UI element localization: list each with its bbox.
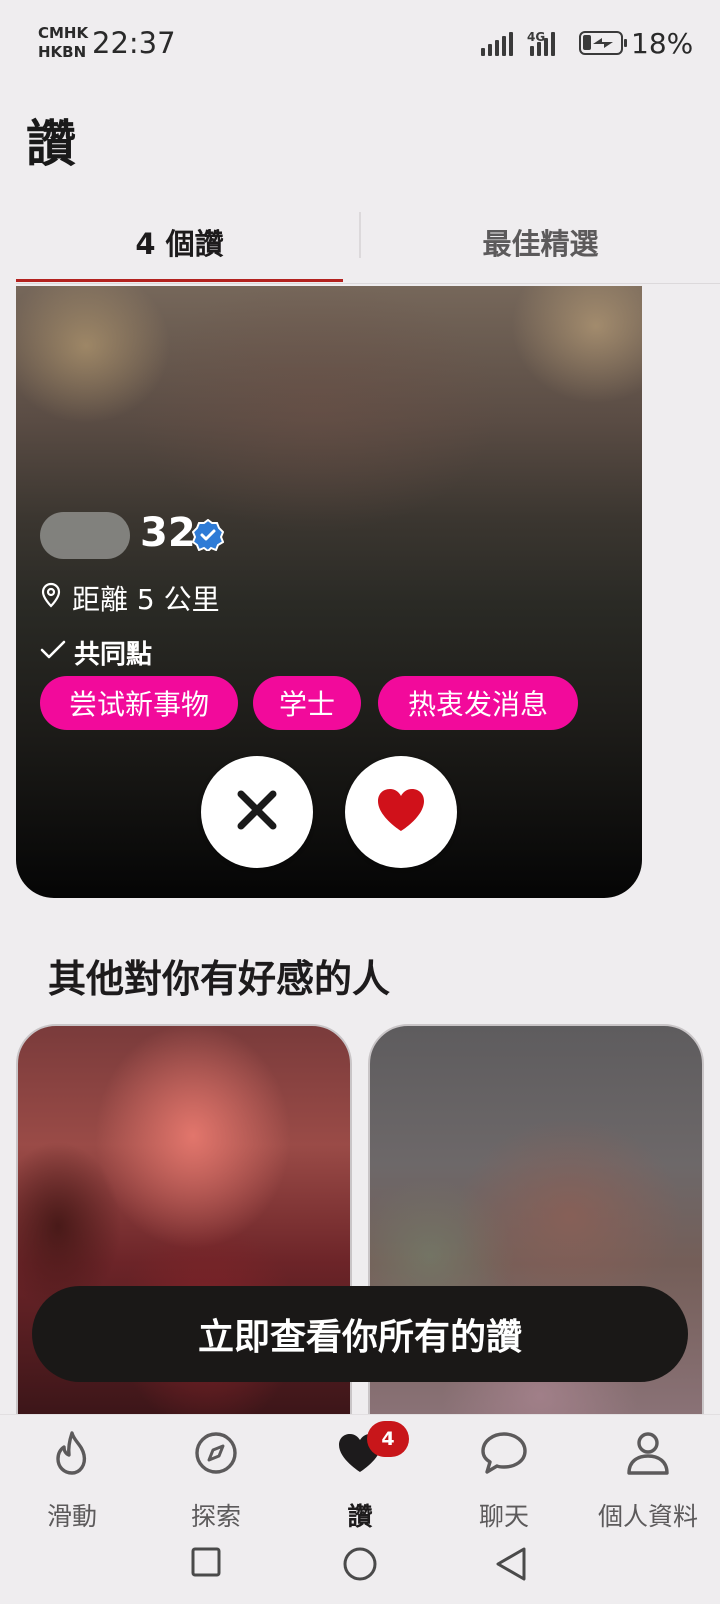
interest-chip: 热衷发消息	[378, 676, 578, 730]
recent-apps-icon[interactable]	[190, 1546, 222, 1582]
system-nav-bar	[0, 1534, 720, 1604]
active-tab-indicator	[16, 279, 343, 282]
tab-likes[interactable]: 4 個讚	[16, 200, 343, 284]
interest-chip: 学士	[253, 676, 361, 730]
distance-row: 距離 5 公里	[40, 578, 220, 618]
nav-profile[interactable]: 個人資料	[576, 1425, 720, 1533]
section-title: 其他對你有好感的人	[48, 957, 391, 1001]
chat-bubble-icon	[480, 1431, 528, 1479]
heart-icon	[376, 787, 426, 837]
tab-top-picks[interactable]: 最佳精選	[361, 200, 720, 284]
clock: 22:37	[92, 26, 176, 60]
common-row: 共同點	[40, 634, 152, 671]
distance-text: 距離 5 公里	[72, 583, 220, 616]
checkmark-icon	[40, 638, 66, 668]
compass-icon	[193, 1430, 239, 1480]
nav-label: 個人資料	[597, 1502, 698, 1531]
back-triangle-icon[interactable]	[494, 1546, 528, 1586]
nav-chat[interactable]: 聊天	[432, 1425, 576, 1533]
verified-badge-icon	[191, 518, 225, 555]
common-label: 共同點	[74, 640, 153, 670]
battery-icon	[579, 31, 627, 55]
carrier-1: CMHK	[38, 24, 89, 42]
carrier-names: CMHK HKBN	[38, 24, 88, 62]
blurred-name	[40, 512, 130, 559]
signal-icon-2	[530, 30, 555, 56]
person-icon	[625, 1429, 671, 1481]
profile-card[interactable]: 32 距離 5 公里 共同點 尝试新事物 学士 热衷发消息	[16, 286, 642, 898]
profile-age: 32	[140, 510, 196, 556]
page-title: 讚	[26, 115, 76, 173]
interest-chip: 尝试新事物	[40, 676, 238, 730]
nav-likes[interactable]: 4 讚	[288, 1421, 432, 1533]
pass-button[interactable]	[201, 756, 313, 868]
nav-swipe[interactable]: 滑動	[0, 1425, 144, 1533]
battery-percent: 18%	[631, 27, 694, 60]
close-icon	[235, 788, 279, 836]
see-all-likes-button[interactable]: 立即查看你所有的讚	[32, 1286, 688, 1382]
location-pin-icon	[40, 582, 62, 615]
nav-label: 探索	[190, 1502, 241, 1531]
carrier-2: HKBN	[38, 43, 87, 61]
signal-icon	[481, 30, 513, 56]
flame-icon	[52, 1429, 92, 1481]
nav-label: 聊天	[478, 1502, 529, 1531]
screen: CMHK HKBN 22:37 4G 18% 讚 4 個讚 最佳精選 32 距離…	[0, 0, 720, 1604]
likes-count-badge: 4	[367, 1421, 409, 1457]
tab-bar: 4 個讚 最佳精選	[16, 200, 720, 284]
nav-label: 滑動	[46, 1502, 97, 1531]
status-bar: CMHK HKBN 22:37 4G 18%	[0, 0, 720, 90]
home-circle-icon[interactable]	[342, 1546, 378, 1586]
bottom-nav: 滑動 探索 4 讚 聊天 個人資料	[0, 1414, 720, 1534]
nav-label: 讚	[347, 1502, 373, 1531]
nav-explore[interactable]: 探索	[144, 1425, 288, 1533]
like-button[interactable]	[345, 756, 457, 868]
